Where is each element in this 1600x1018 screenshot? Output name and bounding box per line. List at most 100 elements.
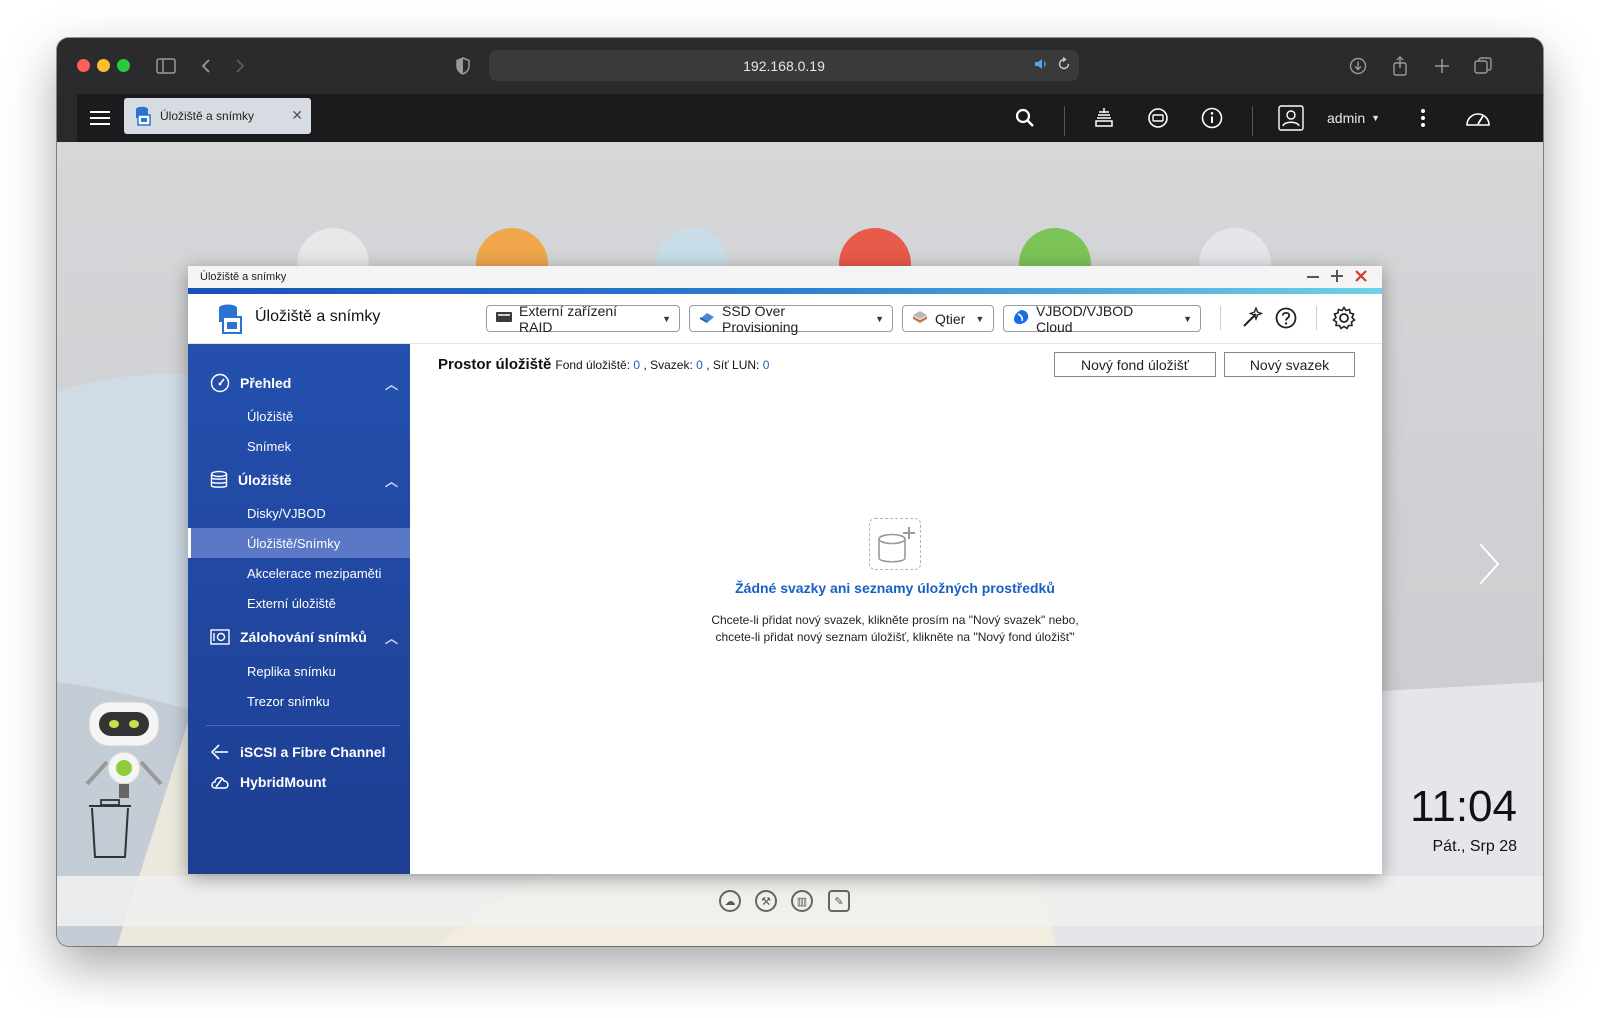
lun-label: , Síť LUN: <box>706 358 760 372</box>
dropdown-label: Qtier <box>935 310 966 327</box>
volume-count: 0 <box>696 358 703 372</box>
ssd-icon <box>698 310 716 327</box>
sidebar-item-label: Trezor snímku <box>247 693 330 709</box>
chevron-down-icon: ▼ <box>875 313 884 324</box>
sidebar-item-snapshot-replica[interactable]: Replika snímku <box>188 656 410 686</box>
reload-icon[interactable] <box>1057 56 1071 74</box>
downloads-icon[interactable] <box>1346 52 1370 80</box>
chevron-down-icon: ▼ <box>1371 113 1381 123</box>
cloud-mount-icon <box>210 774 230 790</box>
sidebar-item-external-storage[interactable]: Externí úložiště <box>188 588 410 618</box>
chevron-up-icon[interactable]: ︿ <box>385 471 398 490</box>
desktop-dock: ☁ ⚒ ▥ ✎ <box>57 876 1543 926</box>
empty-state-line: chcete-li přidat nový seznam úložišť, kl… <box>715 630 1075 644</box>
columns-dock-icon[interactable]: ▥ <box>791 890 813 912</box>
minimize-icon[interactable] <box>1306 269 1320 286</box>
sidebar-item-iscsi-fc[interactable]: iSCSI a Fibre Channel <box>188 737 410 767</box>
ssd-over-provisioning-dropdown[interactable]: SSD Over Provisioning ▼ <box>689 303 893 335</box>
iscsi-icon <box>210 743 230 761</box>
section-label: Úložiště <box>238 472 292 488</box>
tab-overview-icon[interactable] <box>1471 52 1495 80</box>
sidebar-item-storage-snapshots[interactable]: Úložiště/Snímky <box>188 528 410 558</box>
url-text: 192.168.0.19 <box>743 57 825 74</box>
sidebar-item-overview-storage[interactable]: Úložiště <box>188 401 410 431</box>
pool-label: Fond úložiště: <box>555 358 631 372</box>
sidebar-item-label: Snímek <box>247 438 292 454</box>
window-header: Úložiště a snímky Externí zařízení RAID … <box>188 294 1382 344</box>
sidebar-item-snapshot-vault[interactable]: Trezor snímku <box>188 686 410 716</box>
window-title: Úložiště a snímky <box>200 271 287 283</box>
sidebar-item-label: Úložiště <box>247 408 294 424</box>
maximize-icon[interactable] <box>1330 269 1344 286</box>
help-icon[interactable] <box>1275 307 1297 334</box>
magic-wand-icon[interactable] <box>1241 306 1264 334</box>
sidebar-item-overview-snapshot[interactable]: Snímek <box>188 431 410 461</box>
address-bar[interactable]: 192.168.0.19 <box>489 50 1079 81</box>
section-label: Zálohování snímků <box>240 629 367 645</box>
add-database-icon <box>876 527 916 570</box>
chevron-up-icon[interactable]: ︿ <box>385 628 398 647</box>
desktop-date: Pát., Srp 28 <box>1432 838 1518 855</box>
external-raid-dropdown[interactable]: Externí zařízení RAID ▼ <box>486 303 680 335</box>
sidebar-item-disks-vjbod[interactable]: Disky/VJBOD <box>188 498 410 528</box>
sidebar-section-overview[interactable]: Přehled ︿ <box>188 368 410 398</box>
sidebar-item-label: Úložiště/Snímky <box>247 535 341 551</box>
main-menu-icon[interactable] <box>87 101 113 135</box>
close-icon[interactable] <box>1354 269 1368 286</box>
speaker-icon[interactable] <box>1033 56 1049 75</box>
sidebar-item-hybridmount[interactable]: HybridMount <box>188 767 410 797</box>
info-icon[interactable] <box>1200 101 1224 135</box>
sidebar-toggle-icon[interactable] <box>153 52 179 80</box>
new-storage-pool-button[interactable]: Nový fond úložišť <box>1054 352 1216 377</box>
tools-dock-icon[interactable]: ⚒ <box>755 890 777 912</box>
sidebar: Přehled ︿ Úložiště Snímek Úložiště ︿ Dis… <box>188 344 410 874</box>
trash-icon[interactable] <box>85 798 135 865</box>
sidebar-section-snapshot-backup[interactable]: Zálohování snímků ︿ <box>188 622 410 652</box>
new-volume-button[interactable]: Nový svazek <box>1224 352 1355 377</box>
forward-icon[interactable] <box>229 52 251 80</box>
vjbod-dropdown[interactable]: VJBOD/VJBOD Cloud ▼ <box>1003 303 1201 335</box>
close-window-button[interactable] <box>77 59 90 72</box>
page-title-text: Prostor úložiště <box>438 356 552 373</box>
dashboard-gauge-icon[interactable] <box>1463 101 1493 135</box>
sidebar-item-label: HybridMount <box>240 774 327 790</box>
sidebar-item-label: iSCSI a Fibre Channel <box>240 744 386 760</box>
fullscreen-window-button[interactable] <box>117 59 130 72</box>
raid-device-icon <box>495 310 513 327</box>
next-page-chevron-icon[interactable] <box>1477 542 1501 591</box>
search-icon[interactable] <box>1013 101 1037 135</box>
username-label: admin <box>1327 110 1366 126</box>
privacy-shield-icon[interactable] <box>451 52 475 80</box>
window-titlebar[interactable]: Úložiště a snímky <box>188 266 1382 288</box>
database-icon <box>210 470 228 490</box>
sidebar-item-label: Akcelerace mezipaměti <box>247 565 382 581</box>
gear-icon[interactable] <box>1332 306 1356 335</box>
tab-storage-snapshots[interactable]: Úložiště a snímky ✕ <box>124 98 311 134</box>
pool-count: 0 <box>633 358 641 372</box>
back-icon[interactable] <box>195 52 217 80</box>
more-options-icon[interactable] <box>1415 101 1431 135</box>
empty-state-description: Chcete-li přidat nový svazek, klikněte p… <box>595 612 1195 646</box>
browser-window: 192.168.0.19 Úložiště a snímky ✕ admin ▼… <box>57 38 1543 946</box>
chevron-down-icon: ▼ <box>662 313 671 324</box>
qtier-dropdown[interactable]: Qtier ▼ <box>902 305 994 332</box>
user-avatar-icon[interactable] <box>1277 101 1305 135</box>
share-icon[interactable] <box>1388 52 1412 80</box>
close-tab-icon[interactable]: ✕ <box>291 107 303 124</box>
sync-icon[interactable] <box>1146 101 1170 135</box>
new-tab-icon[interactable] <box>1430 52 1454 80</box>
minimize-window-button[interactable] <box>97 59 110 72</box>
taskbar-separator <box>1064 106 1065 136</box>
tab-title: Úložiště a snímky <box>160 109 255 123</box>
cloud-dock-icon[interactable]: ☁ <box>719 890 741 912</box>
sidebar-item-cache-acceleration[interactable]: Akcelerace mezipaměti <box>188 558 410 588</box>
storage-snapshots-window: Úložiště a snímky Úložiště a snímky Exte… <box>188 266 1382 874</box>
user-menu[interactable]: admin ▼ <box>1327 101 1380 135</box>
section-label: Přehled <box>240 375 292 391</box>
empty-state-line: Chcete-li přidat nový svazek, klikněte p… <box>711 613 1079 627</box>
helpdesk-robot-icon[interactable] <box>79 698 169 807</box>
notes-dock-icon[interactable]: ✎ <box>828 890 850 912</box>
chevron-up-icon[interactable]: ︿ <box>385 374 398 393</box>
background-tasks-icon[interactable] <box>1092 101 1116 135</box>
sidebar-section-storage[interactable]: Úložiště ︿ <box>188 465 410 495</box>
